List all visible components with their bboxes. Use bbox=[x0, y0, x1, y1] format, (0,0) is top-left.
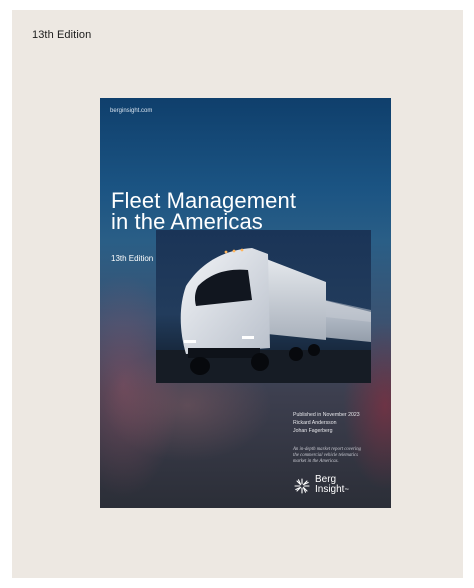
author-2: Johan Fagerberg bbox=[293, 428, 333, 434]
edition-label: 13th Edition bbox=[32, 29, 92, 41]
cover-truck-photo bbox=[156, 230, 371, 383]
cover-title-line-2: in the Americas bbox=[111, 209, 263, 234]
report-cover[interactable]: berginsight.com Fleet Management in the … bbox=[100, 98, 391, 508]
berg-insight-logo-icon bbox=[294, 478, 310, 494]
berg-insight-logo: Berg Insight™ bbox=[293, 475, 373, 497]
cover-title: Fleet Management in the Americas bbox=[111, 188, 297, 234]
logo-line-2: Insight bbox=[315, 484, 345, 495]
published-date: Published in November 2023 bbox=[293, 412, 360, 418]
publication-info: Published in November 2023 Rickard Ander… bbox=[293, 411, 360, 435]
blurb-line-3: market in the Americas. bbox=[293, 459, 339, 464]
author-1: Rickard Andersson bbox=[293, 420, 337, 426]
logo-wordmark: Berg Insight™ bbox=[315, 475, 348, 495]
cover-title-line-1: Fleet Management bbox=[111, 188, 297, 213]
cover-website: berginsight.com bbox=[110, 108, 153, 114]
logo-trademark: ™ bbox=[344, 487, 349, 492]
cover-edition: 13th Edition bbox=[111, 254, 154, 263]
page-panel: 13th Edition berginsight.com Fleet Manag… bbox=[12, 10, 463, 578]
cover-blurb: An in-depth market report covering the c… bbox=[293, 447, 383, 465]
